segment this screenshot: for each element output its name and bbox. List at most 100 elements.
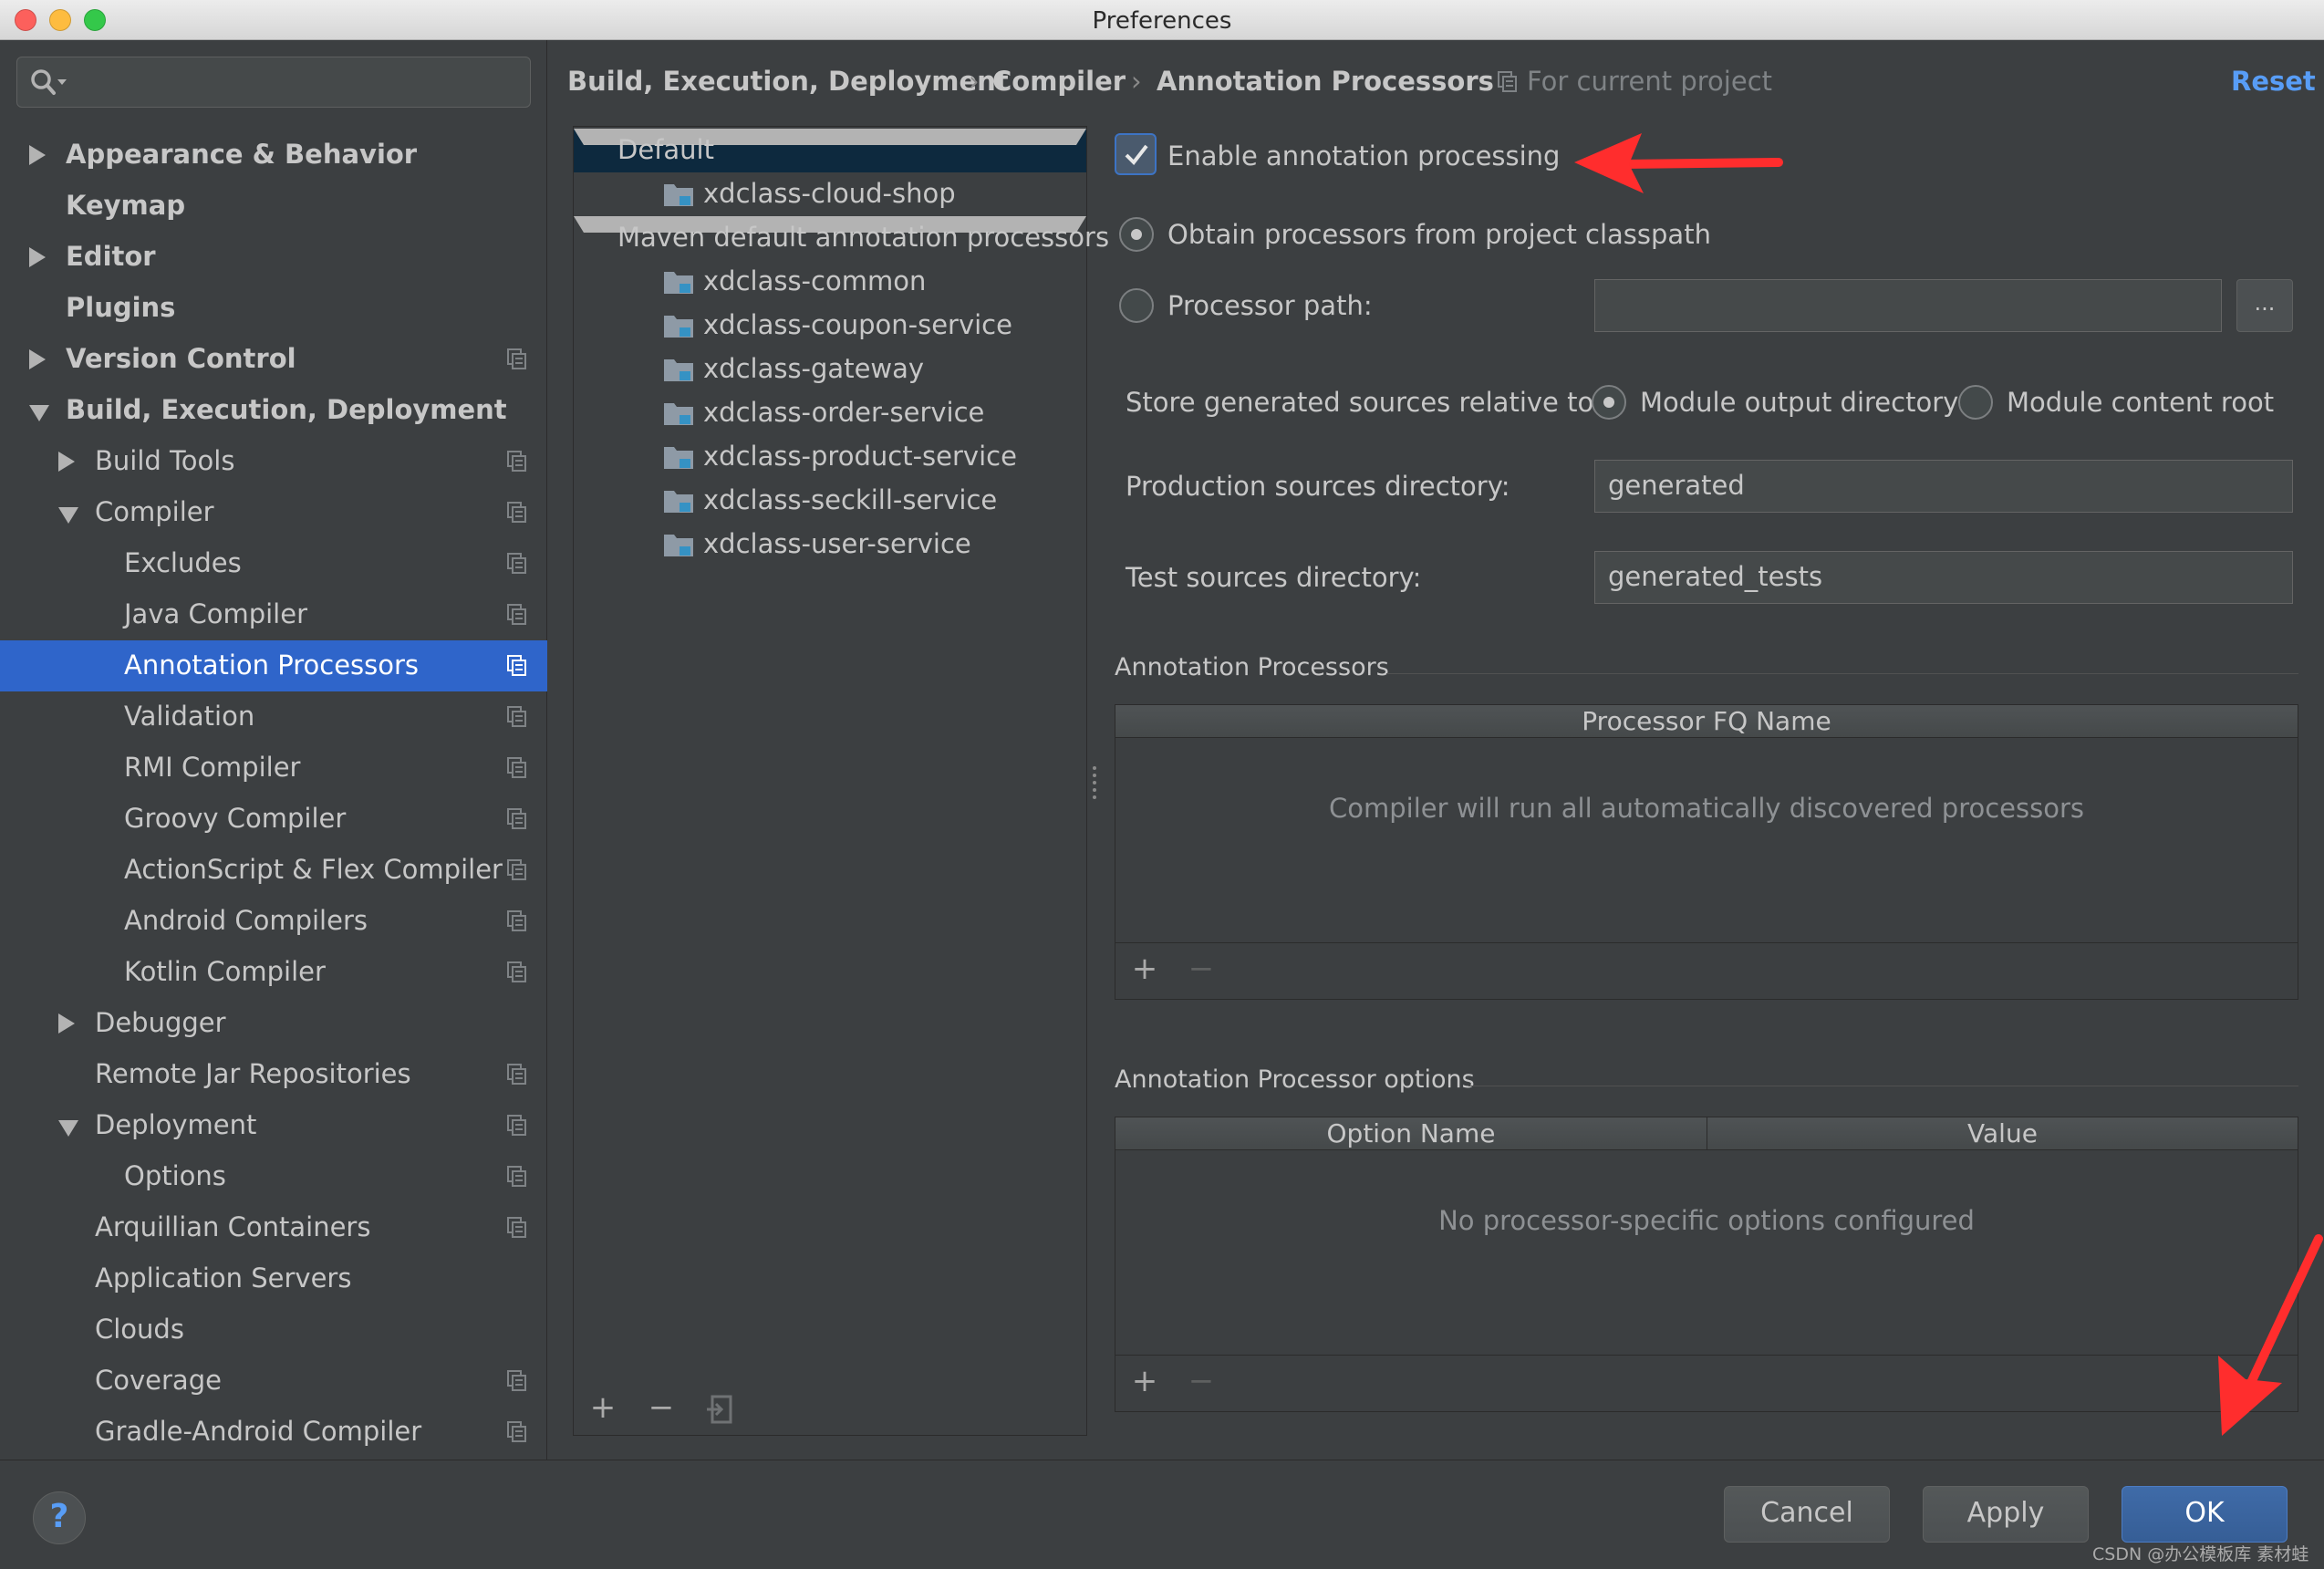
- project-scope-icon: [507, 553, 526, 574]
- remove-option-button[interactable]: −: [1185, 1365, 1218, 1398]
- sidebar-item-build-tools[interactable]: Build Tools: [0, 436, 547, 487]
- sidebar-item-application-servers[interactable]: Application Servers: [0, 1253, 547, 1304]
- processor-options-section-title: Annotation Processor options: [1115, 1065, 1475, 1094]
- test-sources-label: Test sources directory:: [1126, 562, 1422, 593]
- sidebar-item-label: Debugger: [95, 1007, 226, 1038]
- value-column-header[interactable]: Value: [1707, 1117, 2298, 1150]
- processor-path-label[interactable]: Processor path:: [1167, 290, 1373, 321]
- sidebar-item-deployment[interactable]: Deployment: [0, 1100, 547, 1151]
- apply-button[interactable]: Apply: [1923, 1486, 2089, 1543]
- panel-splitter[interactable]: [1091, 764, 1098, 801]
- profile-module[interactable]: xdclass-order-service: [574, 391, 1086, 435]
- sidebar-item-label: Compiler: [95, 496, 214, 527]
- chevron-right-icon[interactable]: [29, 145, 46, 165]
- sidebar-item-label: Version Control: [66, 343, 296, 374]
- search-input[interactable]: [16, 57, 531, 108]
- options-empty-text: No processor-specific options configured: [1438, 1205, 1975, 1236]
- sidebar-item-debugger[interactable]: Debugger: [0, 998, 547, 1049]
- reset-link[interactable]: Reset: [2231, 66, 2316, 97]
- ok-button[interactable]: OK: [2122, 1486, 2288, 1543]
- sidebar-item-label: Application Servers: [95, 1262, 352, 1294]
- chevron-right-icon[interactable]: [58, 452, 75, 472]
- sidebar-item-label: Android Compilers: [124, 905, 368, 936]
- profile-module[interactable]: xdclass-common: [574, 260, 1086, 304]
- sidebar-item-excludes[interactable]: Excludes: [0, 538, 547, 589]
- sidebar-item-gradle-android-compiler[interactable]: Gradle-Android Compiler: [0, 1407, 547, 1458]
- profile-label: Maven default annotation processors: [617, 222, 1110, 253]
- sidebar-item-java-compiler[interactable]: Java Compiler: [0, 589, 547, 640]
- add-option-button[interactable]: +: [1128, 1365, 1161, 1398]
- sidebar-item-editor[interactable]: Editor: [0, 232, 547, 283]
- profile-group[interactable]: Default: [574, 129, 1086, 172]
- chevron-right-icon[interactable]: [58, 1013, 75, 1034]
- remove-processor-button[interactable]: −: [1185, 952, 1218, 985]
- sidebar-item-build-execution-deployment[interactable]: Build, Execution, Deployment: [0, 385, 547, 436]
- profiles-toolbar: + −: [574, 1380, 1086, 1435]
- profile-module[interactable]: xdclass-product-service: [574, 435, 1086, 479]
- profile-module[interactable]: xdclass-coupon-service: [574, 304, 1086, 348]
- sidebar-item-kotlin-compiler[interactable]: Kotlin Compiler: [0, 947, 547, 998]
- module-output-directory-radio[interactable]: [1592, 385, 1626, 420]
- sidebar-item-label: Arquillian Containers: [95, 1211, 371, 1242]
- sidebar-item-rmi-compiler[interactable]: RMI Compiler: [0, 743, 547, 794]
- enable-annotation-processing-checkbox[interactable]: [1115, 133, 1157, 175]
- profile-label: xdclass-coupon-service: [703, 309, 1012, 340]
- enable-annotation-processing-label[interactable]: Enable annotation processing: [1167, 140, 1560, 171]
- chevron-right-icon[interactable]: [29, 247, 46, 267]
- add-profile-button[interactable]: +: [586, 1391, 619, 1424]
- module-folder-icon: [664, 491, 693, 513]
- project-scope-icon: [507, 1421, 526, 1442]
- sidebar-item-label: Options: [124, 1160, 226, 1191]
- sidebar-item-compiler[interactable]: Compiler: [0, 487, 547, 538]
- profile-label: xdclass-product-service: [703, 441, 1017, 472]
- move-to-profile-icon[interactable]: [705, 1393, 738, 1426]
- sidebar-item-validation[interactable]: Validation: [0, 691, 547, 743]
- sidebar-item-clouds[interactable]: Clouds: [0, 1304, 547, 1356]
- sidebar-item-arquillian-containers[interactable]: Arquillian Containers: [0, 1202, 547, 1253]
- sidebar-item-plugins[interactable]: Plugins: [0, 283, 547, 334]
- sidebar-item-options[interactable]: Options: [0, 1151, 547, 1202]
- production-sources-input[interactable]: generated: [1594, 460, 2293, 513]
- sidebar-item-label: Editor: [66, 241, 156, 272]
- module-folder-icon: [664, 447, 693, 469]
- profile-module[interactable]: xdclass-gateway: [574, 348, 1086, 391]
- sidebar-item-keymap[interactable]: Keymap: [0, 181, 547, 232]
- chevron-right-icon[interactable]: [29, 349, 46, 369]
- breadcrumb-part-compiler: Compiler: [992, 66, 1126, 97]
- processor-profiles-tree: Default xdclass-cloud-shop Maven default a…: [573, 126, 1109, 1436]
- module-content-root-radio[interactable]: [1958, 385, 1993, 420]
- chevron-down-icon[interactable]: [58, 1120, 78, 1137]
- sidebar-item-label: Java Compiler: [124, 598, 308, 629]
- profile-group[interactable]: Maven default annotation processors: [574, 216, 1109, 260]
- option-name-column-header[interactable]: Option Name: [1115, 1117, 1707, 1150]
- sidebar-item-coverage[interactable]: Coverage: [0, 1356, 547, 1407]
- sidebar-item-annotation-processors[interactable]: Annotation Processors: [0, 640, 547, 691]
- cancel-button[interactable]: Cancel: [1724, 1486, 1890, 1543]
- profile-module[interactable]: xdclass-cloud-shop: [574, 172, 1086, 216]
- help-button[interactable]: ?: [33, 1491, 86, 1544]
- sidebar-item-actionscript-flex-compiler[interactable]: ActionScript & Flex Compiler: [0, 845, 547, 896]
- test-sources-input[interactable]: generated_tests: [1594, 551, 2293, 604]
- module-folder-icon: [664, 316, 693, 338]
- sidebar-item-appearance-behavior[interactable]: Appearance & Behavior: [0, 130, 547, 181]
- sidebar-item-groovy-compiler[interactable]: Groovy Compiler: [0, 794, 547, 845]
- obtain-from-classpath-label[interactable]: Obtain processors from project classpath: [1167, 219, 1711, 250]
- chevron-down-icon[interactable]: [29, 405, 49, 421]
- processor-fq-name-column-header[interactable]: Processor FQ Name: [1115, 705, 2298, 738]
- browse-processor-path-button[interactable]: ...: [2236, 279, 2293, 332]
- processor-path-radio[interactable]: [1119, 288, 1154, 323]
- sidebar-item-remote-jar-repositories[interactable]: Remote Jar Repositories: [0, 1049, 547, 1100]
- profile-module[interactable]: xdclass-user-service: [574, 523, 1086, 566]
- sidebar-item-version-control[interactable]: Version Control: [0, 334, 547, 385]
- chevron-down-icon[interactable]: [58, 507, 78, 524]
- module-content-root-label[interactable]: Module content root: [2007, 387, 2274, 418]
- processor-path-input[interactable]: [1594, 279, 2222, 332]
- sidebar-item-label: Appearance & Behavior: [66, 139, 418, 170]
- profile-module[interactable]: xdclass-seckill-service: [574, 479, 1086, 523]
- remove-profile-button[interactable]: −: [645, 1391, 678, 1424]
- module-output-directory-label[interactable]: Module output directory: [1640, 387, 1958, 418]
- sidebar-item-android-compilers[interactable]: Android Compilers: [0, 896, 547, 947]
- project-scope-icon: [507, 910, 526, 931]
- obtain-from-classpath-radio[interactable]: [1119, 217, 1154, 252]
- add-processor-button[interactable]: +: [1128, 952, 1161, 985]
